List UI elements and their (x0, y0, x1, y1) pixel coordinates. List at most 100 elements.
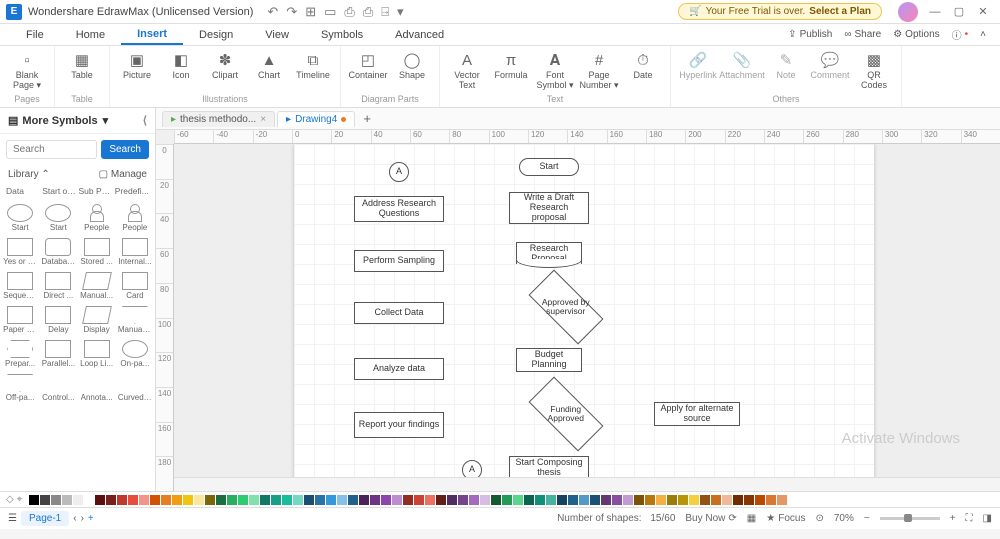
color-swatch[interactable] (689, 495, 699, 505)
ribbon-font[interactable]: 𝐀FontSymbol ▾ (534, 48, 576, 93)
shape-card[interactable]: Card (117, 270, 153, 302)
node-analyze[interactable]: Analyze data (354, 358, 444, 380)
page-tab[interactable]: Page-1 (21, 511, 69, 526)
color-swatch[interactable] (535, 495, 545, 505)
color-swatch[interactable] (722, 495, 732, 505)
color-swatch[interactable] (315, 495, 325, 505)
node-start[interactable]: Start (519, 158, 579, 176)
shape-manual[interactable]: Manual ... (117, 304, 153, 336)
color-swatch[interactable] (106, 495, 116, 505)
node-collect[interactable]: Collect Data (354, 302, 444, 324)
shape-start[interactable]: Start (40, 202, 76, 234)
node-approved-super[interactable]: Approved by supervisor (529, 270, 604, 345)
shape-yesorno[interactable]: Yes or No (2, 236, 38, 268)
grid-toggle[interactable]: ▦ (747, 513, 756, 524)
color-swatch[interactable] (381, 495, 391, 505)
color-swatch[interactable] (293, 495, 303, 505)
color-swatch[interactable] (623, 495, 633, 505)
color-swatch[interactable] (40, 495, 50, 505)
shape-annota[interactable]: Annota... (79, 372, 115, 404)
doc-tab-1[interactable]: ▸ thesis methodo... × (162, 111, 275, 127)
color-swatch[interactable] (73, 495, 83, 505)
color-swatch[interactable] (513, 495, 523, 505)
shape-start[interactable]: Start (2, 202, 38, 234)
color-swatch[interactable] (216, 495, 226, 505)
ribbon-picture[interactable]: ▣Picture (116, 48, 158, 83)
library-label[interactable]: Library ⌃ (8, 169, 50, 180)
color-swatch[interactable] (436, 495, 446, 505)
ribbon-formula[interactable]: πFormula (490, 48, 532, 83)
color-swatch[interactable] (326, 495, 336, 505)
color-swatch[interactable] (271, 495, 281, 505)
color-swatch[interactable] (777, 495, 787, 505)
color-swatch[interactable] (601, 495, 611, 505)
zoom-in-button[interactable]: + (950, 513, 956, 524)
color-swatch[interactable] (700, 495, 710, 505)
buy-now-link[interactable]: Buy Now ⟳ (685, 513, 736, 524)
shape-direct[interactable]: Direct ... (40, 270, 76, 302)
color-swatch[interactable] (403, 495, 413, 505)
color-swatch[interactable] (348, 495, 358, 505)
ribbon-icon[interactable]: ◧Icon (160, 48, 202, 83)
color-swatch[interactable] (590, 495, 600, 505)
color-swatch[interactable] (205, 495, 215, 505)
color-swatch[interactable] (524, 495, 534, 505)
collapse-ribbon-button[interactable]: ˄ (976, 27, 990, 42)
color-swatch[interactable] (227, 495, 237, 505)
ribbon-note[interactable]: ✎Note (765, 48, 807, 83)
print-icon[interactable]: ⎙ (363, 4, 373, 20)
color-swatch[interactable] (458, 495, 468, 505)
menu-symbols[interactable]: Symbols (305, 26, 379, 44)
color-swatch[interactable] (469, 495, 479, 505)
help-button[interactable]: ⓘ• (948, 25, 973, 44)
color-swatch[interactable] (260, 495, 270, 505)
redo-icon[interactable]: ↷ (286, 4, 297, 20)
node-address[interactable]: Address Research Questions (354, 196, 444, 222)
node-budget[interactable]: Budget Planning (516, 348, 582, 372)
node-compose[interactable]: Start Composing thesis (509, 456, 589, 477)
color-swatch[interactable] (359, 495, 369, 505)
color-swatch[interactable] (645, 495, 655, 505)
ribbon-clipart[interactable]: ✽Clipart (204, 48, 246, 83)
new-tab-button[interactable]: + (357, 109, 377, 128)
ribbon-comment[interactable]: 💬Comment (809, 48, 851, 83)
close-button[interactable]: ✕ (972, 3, 994, 21)
cat-start[interactable]: Start or... (42, 186, 76, 196)
color-swatch[interactable] (755, 495, 765, 505)
eyedropper-icon[interactable]: ⌖ (17, 494, 23, 505)
shape-people[interactable]: People (79, 202, 115, 234)
shape-papert[interactable]: Paper T... (2, 304, 38, 336)
color-swatch[interactable] (711, 495, 721, 505)
color-swatch[interactable] (161, 495, 171, 505)
node-draft[interactable]: Write a Draft Research proposal (509, 192, 589, 224)
color-swatch[interactable] (172, 495, 182, 505)
shape-curved[interactable]: Curved ... (117, 372, 153, 404)
shape-offpa[interactable]: Off-pa... (2, 372, 38, 404)
color-swatch[interactable] (656, 495, 666, 505)
zoom-slider[interactable] (880, 517, 940, 520)
ribbon-hyperlink[interactable]: 🔗Hyperlink (677, 48, 719, 83)
color-swatch[interactable] (667, 495, 677, 505)
shape-prepar[interactable]: Prepar... (2, 338, 38, 370)
color-swatch[interactable] (117, 495, 127, 505)
node-report[interactable]: Report your findings (354, 412, 444, 438)
search-input[interactable] (6, 140, 97, 159)
fullscreen-button[interactable]: ⛶ (966, 513, 973, 524)
color-swatch[interactable] (766, 495, 776, 505)
node-funding[interactable]: Funding Approved (529, 377, 604, 452)
trial-banner[interactable]: 🛒 Your Free Trial is over. Select a Plan (678, 3, 882, 20)
ribbon-qr[interactable]: ▩QRCodes (853, 48, 895, 93)
panel-collapse-icon[interactable]: ⟨ (143, 114, 147, 127)
color-swatch[interactable] (51, 495, 61, 505)
color-swatch[interactable] (238, 495, 248, 505)
color-swatch[interactable] (337, 495, 347, 505)
page-list-icon[interactable]: ☰ (8, 513, 17, 524)
ribbon-container[interactable]: ◰Container (347, 48, 389, 83)
color-swatch[interactable] (84, 495, 94, 505)
color-swatch[interactable] (62, 495, 72, 505)
close-tab-icon[interactable]: × (260, 114, 266, 125)
page[interactable]: A Address Research Questions Perform Sam… (294, 144, 874, 477)
open-icon[interactable]: ▭ (324, 4, 336, 20)
connector-a1[interactable]: A (389, 162, 409, 182)
manage-button[interactable]: ▢ Manage (99, 169, 147, 180)
